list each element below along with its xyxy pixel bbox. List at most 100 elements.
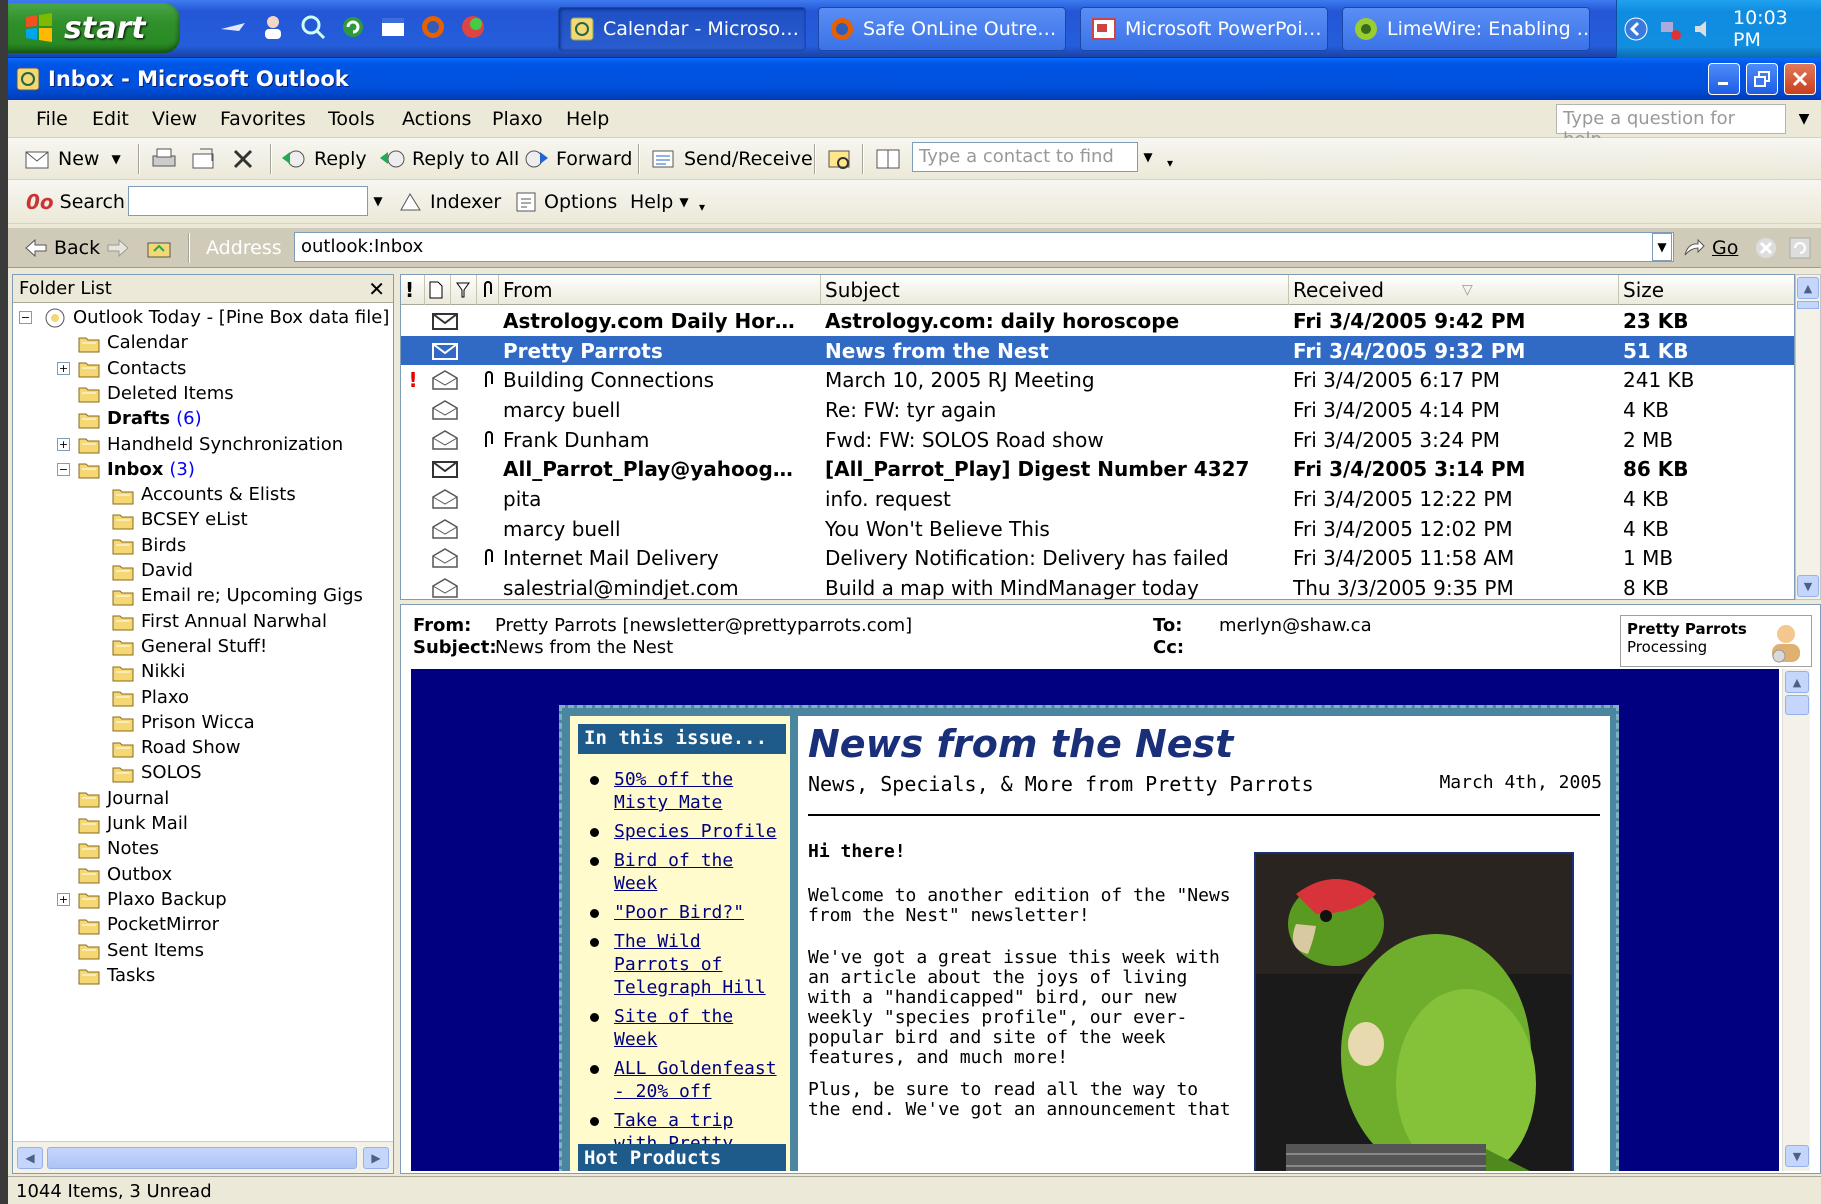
go-button[interactable]: Go	[1682, 232, 1738, 264]
scroll-thumb[interactable]	[1785, 695, 1809, 715]
message-row[interactable]: marcy buell Re: FW: tyr again Fri 3/4/2005…	[401, 395, 1794, 425]
folder-item[interactable]: Birds	[111, 533, 192, 558]
collapse-icon[interactable]: −	[57, 462, 70, 476]
col-attachment[interactable]	[477, 275, 499, 305]
start-button[interactable]: start	[8, 3, 180, 53]
expand-icon[interactable]: +	[57, 437, 70, 451]
new-button[interactable]: New ▼	[24, 143, 121, 175]
issue-link[interactable]: Site of the Week	[614, 1006, 733, 1050]
folder-item[interactable]: First Annual Narwhal	[111, 609, 333, 634]
address-input[interactable]: outlook:Inbox	[294, 232, 1674, 262]
folder-item[interactable]: David	[111, 558, 199, 583]
menu-help[interactable]: Help	[566, 108, 609, 130]
quicklaunch-firefox-icon[interactable]	[418, 10, 448, 44]
folder-item[interactable]: Plaxo	[111, 685, 195, 710]
folder-item[interactable]: Nikki	[111, 659, 191, 684]
scroll-up-icon[interactable]: ▲	[1785, 671, 1809, 693]
clock[interactable]: 10:03 PM	[1733, 7, 1821, 51]
toolbar2-options-icon[interactable]: ▾	[692, 192, 712, 222]
folder-item[interactable]: Contacts	[77, 356, 192, 381]
folder-item[interactable]: Accounts & Elists	[111, 482, 302, 507]
menu-plaxo[interactable]: Plaxo	[492, 108, 543, 130]
collapse-icon[interactable]: −	[19, 311, 32, 324]
message-row[interactable]: Internet Mail Delivery Delivery Notificat…	[401, 544, 1794, 574]
volume-icon[interactable]	[1691, 16, 1717, 42]
menu-tools[interactable]: Tools	[328, 108, 375, 130]
issue-link[interactable]: Bird of the Week	[614, 850, 733, 894]
reply-all-button[interactable]: Reply to All	[378, 143, 519, 175]
col-received[interactable]: Received ▽	[1289, 275, 1619, 305]
col-importance[interactable]: !	[401, 275, 425, 305]
issue-link[interactable]: 50% off the Misty Mate	[614, 769, 733, 813]
issue-link[interactable]: "Poor Bird?"	[614, 902, 744, 923]
contact-search-dropdown[interactable]: ▼	[1138, 142, 1158, 172]
folder-item[interactable]: Outlook Today - [Pine Box data file]	[43, 305, 393, 330]
restore-button[interactable]	[1746, 63, 1778, 95]
toolbar-search-input[interactable]	[128, 186, 368, 216]
folder-item[interactable]: Outbox	[77, 862, 178, 887]
stop-button[interactable]	[1754, 232, 1778, 264]
address-dropdown[interactable]: ▼	[1652, 233, 1672, 261]
help-search-input[interactable]: Type a question for help	[1556, 104, 1786, 150]
folder-item[interactable]: SOLOS	[111, 760, 208, 785]
reading-pane-scrollbar[interactable]: ▲ ▼	[1782, 669, 1810, 1171]
search-button[interactable]: 0o Search	[26, 186, 125, 218]
message-row[interactable]: ! Building Connections March 10, 2005 RJ M…	[401, 365, 1794, 395]
task-calendar[interactable]: Calendar - Microso…	[558, 7, 806, 51]
folder-item[interactable]: Drafts (6)	[77, 406, 202, 431]
quicklaunch-refresh-icon[interactable]	[338, 10, 368, 44]
quicklaunch-window-icon[interactable]	[378, 10, 408, 44]
expand-icon[interactable]: +	[57, 361, 70, 375]
col-size[interactable]: Size	[1619, 275, 1794, 305]
menu-edit[interactable]: Edit	[92, 108, 129, 130]
folder-item[interactable]: Sent Items	[77, 938, 210, 963]
close-button[interactable]	[1784, 63, 1816, 95]
up-folder-button[interactable]	[146, 232, 172, 264]
task-firefox[interactable]: Safe OnLine Outre…	[818, 7, 1066, 51]
scroll-right-icon[interactable]: ▶	[363, 1147, 389, 1169]
options-button[interactable]: Options	[514, 186, 617, 218]
menu-actions[interactable]: Actions	[402, 108, 471, 130]
col-flag[interactable]	[451, 275, 477, 305]
print-button[interactable]	[150, 143, 178, 175]
task-limewire[interactable]: LimeWire: Enabling …	[1342, 7, 1590, 51]
contact-search-input[interactable]: Type a contact to find	[912, 142, 1138, 172]
plaxo-help-button[interactable]: Help ▼	[630, 186, 689, 218]
scroll-up-icon[interactable]: ▲	[1797, 277, 1819, 299]
folder-item[interactable]: Prison Wicca	[111, 710, 261, 735]
forward-button[interactable]: Forward	[522, 143, 632, 175]
minimize-button[interactable]	[1708, 63, 1740, 95]
scroll-left-icon[interactable]: ◀	[17, 1147, 43, 1169]
reply-button[interactable]: Reply	[280, 143, 367, 175]
message-row[interactable]: All_Parrot_Play@yahoog… [All_Parrot_Play]…	[401, 455, 1794, 485]
refresh-button[interactable]	[1788, 232, 1812, 264]
folder-item[interactable]: Deleted Items	[77, 381, 240, 406]
menu-view[interactable]: View	[152, 108, 197, 130]
message-row[interactable]: pita info. request Fri 3/4/2005 12:22 PM 4 …	[401, 484, 1794, 514]
issue-link[interactable]: Species Profile	[614, 821, 777, 842]
move-to-folder-button[interactable]	[190, 143, 218, 175]
menu-file[interactable]: File	[36, 108, 68, 130]
toolbar-options-icon[interactable]: ▾	[1160, 148, 1180, 178]
back-button[interactable]: Back	[24, 232, 100, 264]
message-row[interactable]: salestrial@mindjet.com Build a map with M…	[401, 573, 1794, 599]
address-book-button[interactable]	[874, 143, 902, 175]
folder-item[interactable]: Journal	[77, 786, 175, 811]
quicklaunch-search-icon[interactable]	[298, 10, 328, 44]
scroll-down-icon[interactable]: ▼	[1785, 1145, 1809, 1167]
folder-list-close-icon[interactable]: ✕	[368, 277, 385, 301]
new-dropdown-icon[interactable]: ▼	[111, 152, 120, 166]
from-value[interactable]: Pretty Parrots [newsletter@prettyparrots…	[495, 615, 912, 636]
message-row[interactable]: Pretty Parrots News from the Nest Fri 3/4/…	[401, 335, 1794, 366]
folder-item[interactable]: Inbox (3)	[77, 457, 195, 482]
folder-item[interactable]: Road Show	[111, 735, 246, 760]
col-from[interactable]: From	[499, 275, 821, 305]
indexer-button[interactable]: Indexer	[398, 186, 501, 218]
expand-icon[interactable]: +	[57, 892, 70, 906]
find-button[interactable]	[826, 143, 854, 175]
message-list-scrollbar[interactable]: ▲ ▼	[1795, 274, 1821, 600]
scroll-thumb[interactable]	[47, 1147, 357, 1169]
delete-button[interactable]	[230, 143, 256, 175]
folder-item[interactable]: Junk Mail	[77, 811, 194, 836]
scroll-thumb[interactable]	[1797, 301, 1819, 309]
